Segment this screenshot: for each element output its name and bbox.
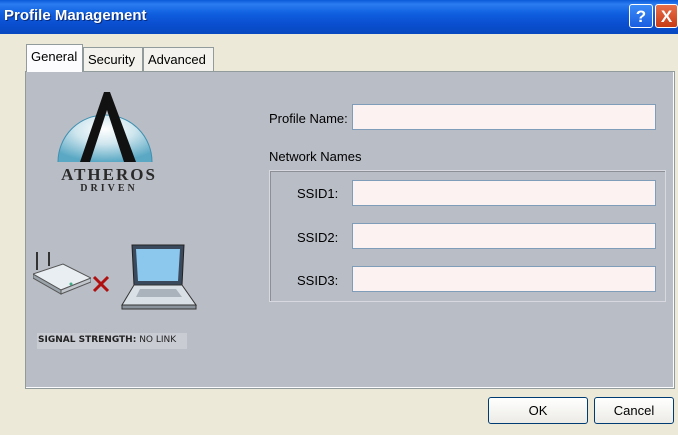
help-button[interactable]: ? [629,4,653,28]
brand-name: ATHEROS [61,165,157,184]
tab-security[interactable]: Security [83,47,143,71]
window-title: Profile Management [4,7,147,24]
profile-name-label: Profile Name: [269,111,348,126]
signal-strength-text: SIGNAL STRENGTH: NO LINK [38,335,176,345]
ssid2-input[interactable] [352,223,656,249]
title-bar[interactable]: Profile Management ? X [0,0,678,34]
ssid2-label: SSID2: [297,230,339,245]
brand-tagline: DRIVEN [80,183,138,194]
ok-button[interactable]: OK [488,397,588,424]
tab-advanced[interactable]: Advanced [143,47,214,71]
ssid3-label: SSID3: [297,273,339,288]
ssid1-input[interactable] [352,180,656,206]
ssid1-label: SSID1: [297,186,339,201]
router-icon [31,250,93,295]
network-names-label: Network Names [269,149,362,164]
laptop-icon [120,243,198,311]
signal-strength-label: SIGNAL STRENGTH: [38,335,137,345]
close-button[interactable]: X [655,4,678,28]
tab-general[interactable]: General [26,44,83,72]
profile-management-dialog: Profile Management ? X General Security … [0,0,678,435]
profile-name-input[interactable] [352,104,656,130]
x-mark-icon [92,275,110,293]
ssid3-input[interactable] [352,266,656,292]
cancel-button[interactable]: Cancel [594,397,674,424]
signal-strength-value: NO LINK [139,335,177,345]
